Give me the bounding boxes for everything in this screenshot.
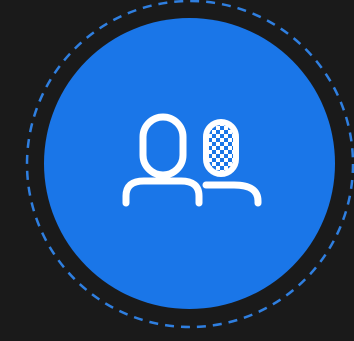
users-masked-icon	[44, 18, 335, 309]
stage	[0, 0, 354, 341]
profile-switch-button[interactable]	[44, 18, 335, 309]
